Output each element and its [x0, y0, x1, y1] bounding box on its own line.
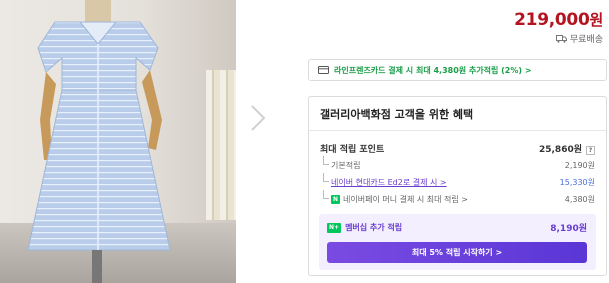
- hyundai-card-value: 15,330원: [559, 178, 595, 187]
- max-points-value: 25,860원?: [539, 142, 595, 155]
- naver-plus-badge-icon: N+: [327, 222, 342, 233]
- basic-points-value: 2,190원: [564, 161, 595, 170]
- card-promo-text: 라인프렌즈카드 결제 시 최대 4,380원 추가적립 (2%) >: [334, 65, 532, 75]
- truck-icon: [555, 34, 567, 43]
- benefit-panel: 갤러리아백화점 고객을 위한 혜택 최대 적립 포인트 25,860원? 기본적…: [308, 96, 607, 276]
- npay-money-row[interactable]: N 네이버페이 머니 결제 시 최대 적립 > 4,380원: [323, 190, 595, 205]
- hyundai-card-row[interactable]: 네이버 현대카드 Ed2로 결제 시 > 15,330원: [323, 173, 595, 188]
- shipping-label: 무료배송: [569, 35, 603, 45]
- next-image-arrow-icon[interactable]: [246, 103, 270, 133]
- npay-money-label[interactable]: N 네이버페이 머니 결제 시 최대 적립 >: [323, 190, 468, 205]
- basic-points-row: 기본적립 2,190원: [323, 156, 595, 171]
- membership-label: 멤버십 추가 적립: [345, 223, 403, 232]
- card-promo-banner[interactable]: 라인프렌즈카드 결제 시 최대 4,380원 추가적립 (2%) >: [308, 59, 607, 81]
- dress-illustration: [27, 0, 171, 283]
- max-points-row: 최대 적립 포인트 25,860원?: [320, 142, 595, 155]
- hyundai-card-link[interactable]: 네이버 현대카드 Ed2로 결제 시 >: [323, 173, 447, 188]
- membership-box: N+ 멤버십 추가 적립 8,190원 최대 5% 적립 시작하기 >: [319, 214, 596, 270]
- membership-value: 8,190원: [550, 224, 587, 234]
- membership-row: N+ 멤버십 추가 적립 8,190원: [327, 221, 587, 234]
- max-points-label: 최대 적립 포인트: [320, 145, 385, 155]
- npay-money-value: 4,380원: [564, 195, 595, 204]
- benefit-title: 갤러리아백화점 고객을 위한 혜택: [320, 108, 474, 121]
- divider: [309, 130, 606, 131]
- help-icon[interactable]: ?: [586, 146, 595, 155]
- card-icon: [318, 66, 329, 74]
- membership-start-button[interactable]: 최대 5% 적립 시작하기 >: [327, 242, 587, 263]
- product-image: [0, 0, 236, 283]
- npay-icon: N: [331, 195, 340, 204]
- product-price: 219,000원: [514, 10, 603, 30]
- basic-points-label: 기본적립: [323, 156, 360, 171]
- shipping-info: 무료배송: [555, 32, 603, 45]
